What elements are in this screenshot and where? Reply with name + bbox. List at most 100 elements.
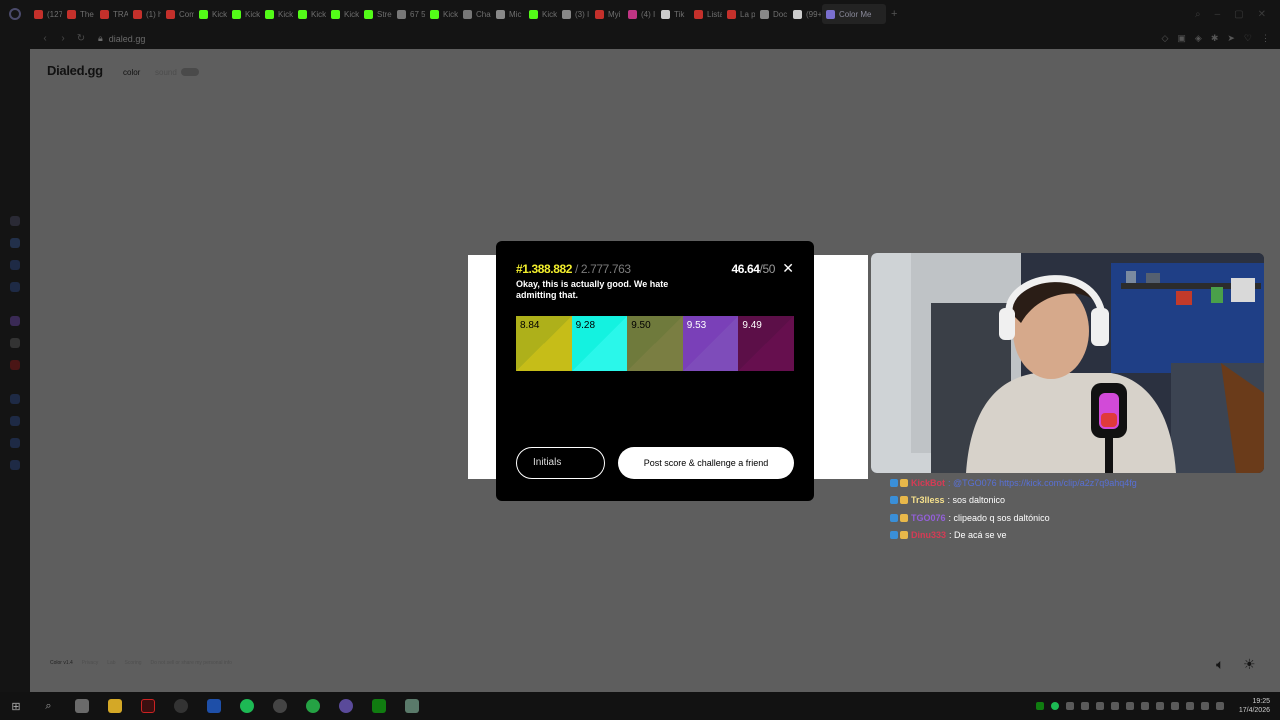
- mode-toggle[interactable]: [181, 68, 199, 76]
- sidebar-history-icon[interactable]: [10, 416, 20, 426]
- browser-tab[interactable]: Lista: [690, 4, 722, 24]
- browser-logo-icon[interactable]: [0, 0, 30, 28]
- theme-toggle-icon[interactable]: ☀︎: [1243, 656, 1256, 673]
- close-icon[interactable]: ✕: [782, 260, 794, 277]
- translate-icon[interactable]: ✱: [1211, 33, 1219, 44]
- sidebar-app-icon[interactable]: [10, 394, 20, 404]
- mode-color-tab[interactable]: color: [123, 68, 140, 77]
- sidebar-settings-icon[interactable]: [10, 460, 20, 470]
- browser-tab[interactable]: Doc: [756, 4, 788, 24]
- tray-battery-icon[interactable]: [1215, 702, 1224, 710]
- chat-username[interactable]: KickBot: [911, 478, 945, 488]
- taskbar-folder-icon[interactable]: [98, 699, 131, 713]
- search-icon[interactable]: ⌕: [32, 700, 65, 713]
- browser-tab[interactable]: Kick: [228, 4, 260, 24]
- tray-app-icon[interactable]: [1110, 702, 1119, 710]
- browser-tab[interactable]: Mic: [492, 4, 524, 24]
- taskbar-record-icon[interactable]: [131, 699, 164, 713]
- tray-volume-icon[interactable]: [1200, 702, 1209, 710]
- sidebar-youtube-icon[interactable]: [10, 360, 20, 370]
- taskbar-files-icon[interactable]: [65, 699, 98, 713]
- screenshot-icon[interactable]: ▣: [1177, 33, 1186, 44]
- close-window-icon[interactable]: ✕: [1258, 9, 1266, 20]
- tab-label: Kick: [212, 9, 227, 19]
- chat-username[interactable]: TGO076: [911, 513, 946, 523]
- reload-icon[interactable]: ↻: [72, 33, 90, 44]
- browser-tab[interactable]: Kick: [294, 4, 326, 24]
- chat-username[interactable]: Tr3lless: [911, 495, 945, 505]
- tray-app-icon[interactable]: [1140, 702, 1149, 710]
- sidebar-x-icon[interactable]: [10, 338, 20, 348]
- tray-xbox-icon[interactable]: [1035, 702, 1044, 710]
- volume-icon[interactable]: 🔈︎: [1216, 656, 1224, 673]
- browser-tab[interactable]: (3) I: [558, 4, 590, 24]
- browser-tab[interactable]: (1) h: [129, 4, 161, 24]
- forward-icon[interactable]: ›: [54, 33, 72, 44]
- browser-tab[interactable]: (99+: [789, 4, 821, 24]
- tray-app-icon[interactable]: [1080, 702, 1089, 710]
- browser-tab[interactable]: 67 5: [393, 4, 425, 24]
- new-tab-button[interactable]: +: [887, 4, 901, 24]
- browser-tab[interactable]: The: [63, 4, 95, 24]
- system-clock[interactable]: 19:25 17/4/2026: [1239, 697, 1270, 715]
- browser-tab[interactable]: Com: [162, 4, 194, 24]
- tray-app-icon[interactable]: [1125, 702, 1134, 710]
- tray-spotify-icon[interactable]: [1050, 702, 1059, 710]
- badge-icon: [900, 478, 908, 487]
- browser-tab[interactable]: (127: [30, 4, 62, 24]
- tray-app-icon[interactable]: [1095, 702, 1104, 710]
- footer-link-privacy-optout[interactable]: Do not sell or share my personal info: [151, 660, 232, 666]
- post-score-button[interactable]: Post score & challenge a friend: [618, 447, 794, 479]
- browser-tab[interactable]: Kick: [261, 4, 293, 24]
- sidebar-app-icon[interactable]: [10, 260, 20, 270]
- taskbar-app-icon[interactable]: [329, 699, 362, 713]
- browser-tab[interactable]: La p: [723, 4, 755, 24]
- sidebar-app-icon[interactable]: [10, 282, 20, 292]
- back-icon[interactable]: ‹: [36, 33, 54, 44]
- bookmark-icon[interactable]: ◇: [1161, 33, 1168, 44]
- taskbar-app-icon[interactable]: [164, 699, 197, 713]
- url-field[interactable]: 🔒︎ dialed.gg: [98, 33, 145, 44]
- sidebar-app-icon[interactable]: [10, 438, 20, 448]
- maximize-icon[interactable]: ▢: [1234, 9, 1243, 20]
- heart-icon[interactable]: ♡: [1244, 33, 1252, 44]
- search-tabs-icon[interactable]: ⌕: [1195, 9, 1201, 20]
- browser-tab[interactable]: Stre: [360, 4, 392, 24]
- taskbar-app-icon[interactable]: [395, 699, 428, 713]
- start-icon[interactable]: ⊞: [0, 700, 32, 713]
- tray-network-icon[interactable]: [1185, 702, 1194, 710]
- menu-icon[interactable]: ⋮: [1261, 33, 1270, 44]
- chat-username[interactable]: Dinu333: [911, 530, 946, 540]
- browser-tab[interactable]: Kick: [426, 4, 458, 24]
- taskbar-whatsapp-icon[interactable]: [296, 699, 329, 713]
- browser-tab[interactable]: Cha: [459, 4, 491, 24]
- sidebar-twitch-icon[interactable]: [10, 316, 20, 326]
- send-icon[interactable]: ➤: [1227, 33, 1235, 44]
- sidebar-app-icon[interactable]: [10, 238, 20, 248]
- taskbar-app-icon[interactable]: [197, 699, 230, 713]
- taskbar-steam-icon[interactable]: [263, 699, 296, 713]
- site-logo[interactable]: Dialed.gg: [47, 63, 103, 78]
- footer-link-scoring[interactable]: Scoring: [125, 660, 142, 666]
- browser-tab[interactable]: Color Me: [822, 4, 886, 24]
- browser-tab[interactable]: Kick: [525, 4, 557, 24]
- tab-favicon-icon: [463, 9, 472, 19]
- footer-link-lab[interactable]: Lab: [107, 660, 115, 666]
- browser-tab[interactable]: Tik: [657, 4, 689, 24]
- browser-tab[interactable]: Kick: [327, 4, 359, 24]
- tray-app-icon[interactable]: [1155, 702, 1164, 710]
- shield-icon[interactable]: ◈: [1195, 33, 1202, 44]
- browser-tab[interactable]: Kick: [195, 4, 227, 24]
- initials-input[interactable]: Initials: [516, 447, 605, 479]
- browser-tab[interactable]: (4) I: [624, 4, 656, 24]
- taskbar-xbox-icon[interactable]: [362, 699, 395, 713]
- sidebar-app-icon[interactable]: [10, 216, 20, 226]
- tray-app-icon[interactable]: [1065, 702, 1074, 710]
- footer-link-privacy[interactable]: Privacy: [82, 660, 98, 666]
- minimize-icon[interactable]: –: [1215, 9, 1221, 20]
- tray-app-icon[interactable]: [1170, 702, 1179, 710]
- taskbar-spotify-icon[interactable]: [230, 699, 263, 713]
- browser-tab[interactable]: TRA: [96, 4, 128, 24]
- browser-tab[interactable]: Myi: [591, 4, 623, 24]
- mode-sound-tab[interactable]: sound: [155, 68, 177, 77]
